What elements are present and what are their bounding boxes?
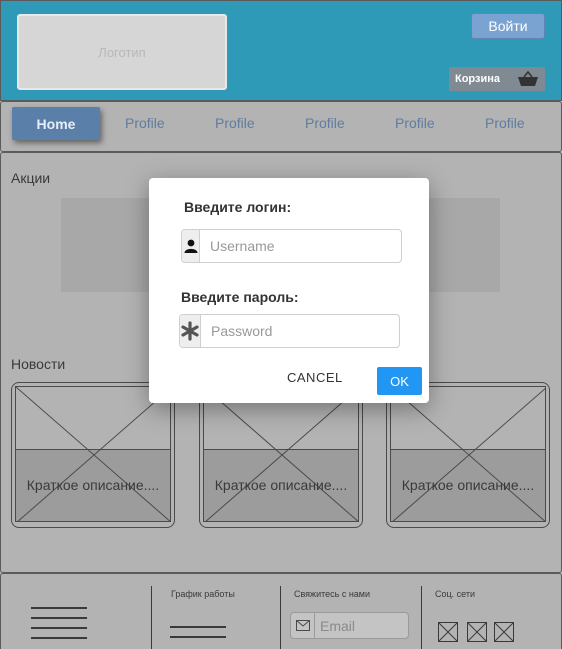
footer-divider	[280, 586, 281, 649]
login-dialog: Введите логин: Введите пароль: CANCEL OK	[149, 178, 429, 403]
basket-icon	[518, 71, 538, 86]
password-field-label: Введите пароль:	[181, 289, 299, 305]
social-icon[interactable]	[467, 622, 487, 642]
footer-divider	[421, 586, 422, 649]
nav-home-button[interactable]: Home	[12, 107, 100, 140]
mail-icon	[291, 613, 315, 638]
news-caption: Краткое описание....	[214, 477, 348, 493]
news-caption: Краткое описание....	[401, 477, 535, 493]
email-placeholder: Email	[320, 617, 356, 634]
header: Логотип Войти Корзина	[0, 0, 562, 101]
nav-item-profile[interactable]: Profile	[215, 115, 255, 131]
news-image-placeholder: Краткое описание....	[203, 386, 359, 522]
social-icon[interactable]	[494, 622, 514, 642]
password-input[interactable]	[201, 315, 402, 347]
schedule-heading: График работы	[171, 589, 235, 599]
promos-heading: Акции	[11, 170, 51, 186]
nav-item-profile[interactable]: Profile	[125, 115, 165, 131]
news-image-placeholder: Краткое описание....	[15, 386, 171, 522]
logo-placeholder[interactable]: Логотип	[17, 14, 227, 90]
news-image-placeholder: Краткое описание....	[390, 386, 546, 522]
news-card[interactable]: Краткое описание....	[11, 382, 175, 528]
cancel-button[interactable]: CANCEL	[287, 370, 343, 385]
login-button[interactable]: Войти	[471, 13, 545, 39]
user-icon	[182, 230, 200, 262]
ok-button[interactable]: OK	[377, 367, 422, 395]
contact-heading: Свяжитесь с нами	[294, 589, 371, 599]
asterisk-icon	[180, 315, 201, 347]
email-field[interactable]: Email	[290, 612, 409, 639]
nav-item-profile[interactable]: Profile	[305, 115, 345, 131]
menu-lines-icon	[31, 607, 87, 647]
cart-button[interactable]: Корзина	[449, 67, 545, 91]
username-input-group	[181, 229, 402, 263]
news-card[interactable]: Краткое описание....	[199, 382, 363, 528]
nav-item-profile[interactable]: Profile	[485, 115, 525, 131]
news-heading: Новости	[11, 356, 66, 372]
cart-label: Корзина	[455, 73, 500, 85]
nav-item-profile[interactable]: Profile	[395, 115, 435, 131]
footer: График работы Свяжитесь с нами Email Соц…	[0, 573, 562, 649]
social-heading: Соц. сети	[435, 589, 476, 599]
logo-text: Логотип	[98, 44, 146, 60]
schedule-lines-icon	[170, 626, 226, 646]
login-field-label: Введите логин:	[184, 199, 292, 215]
footer-divider	[151, 586, 152, 649]
main-nav: Home Profile Profile Profile Profile Pro…	[0, 101, 562, 152]
news-caption: Краткое описание....	[26, 477, 160, 493]
username-input[interactable]	[200, 230, 401, 262]
social-icon[interactable]	[438, 622, 458, 642]
password-input-group	[179, 314, 402, 348]
news-card[interactable]: Краткое описание....	[386, 382, 550, 528]
